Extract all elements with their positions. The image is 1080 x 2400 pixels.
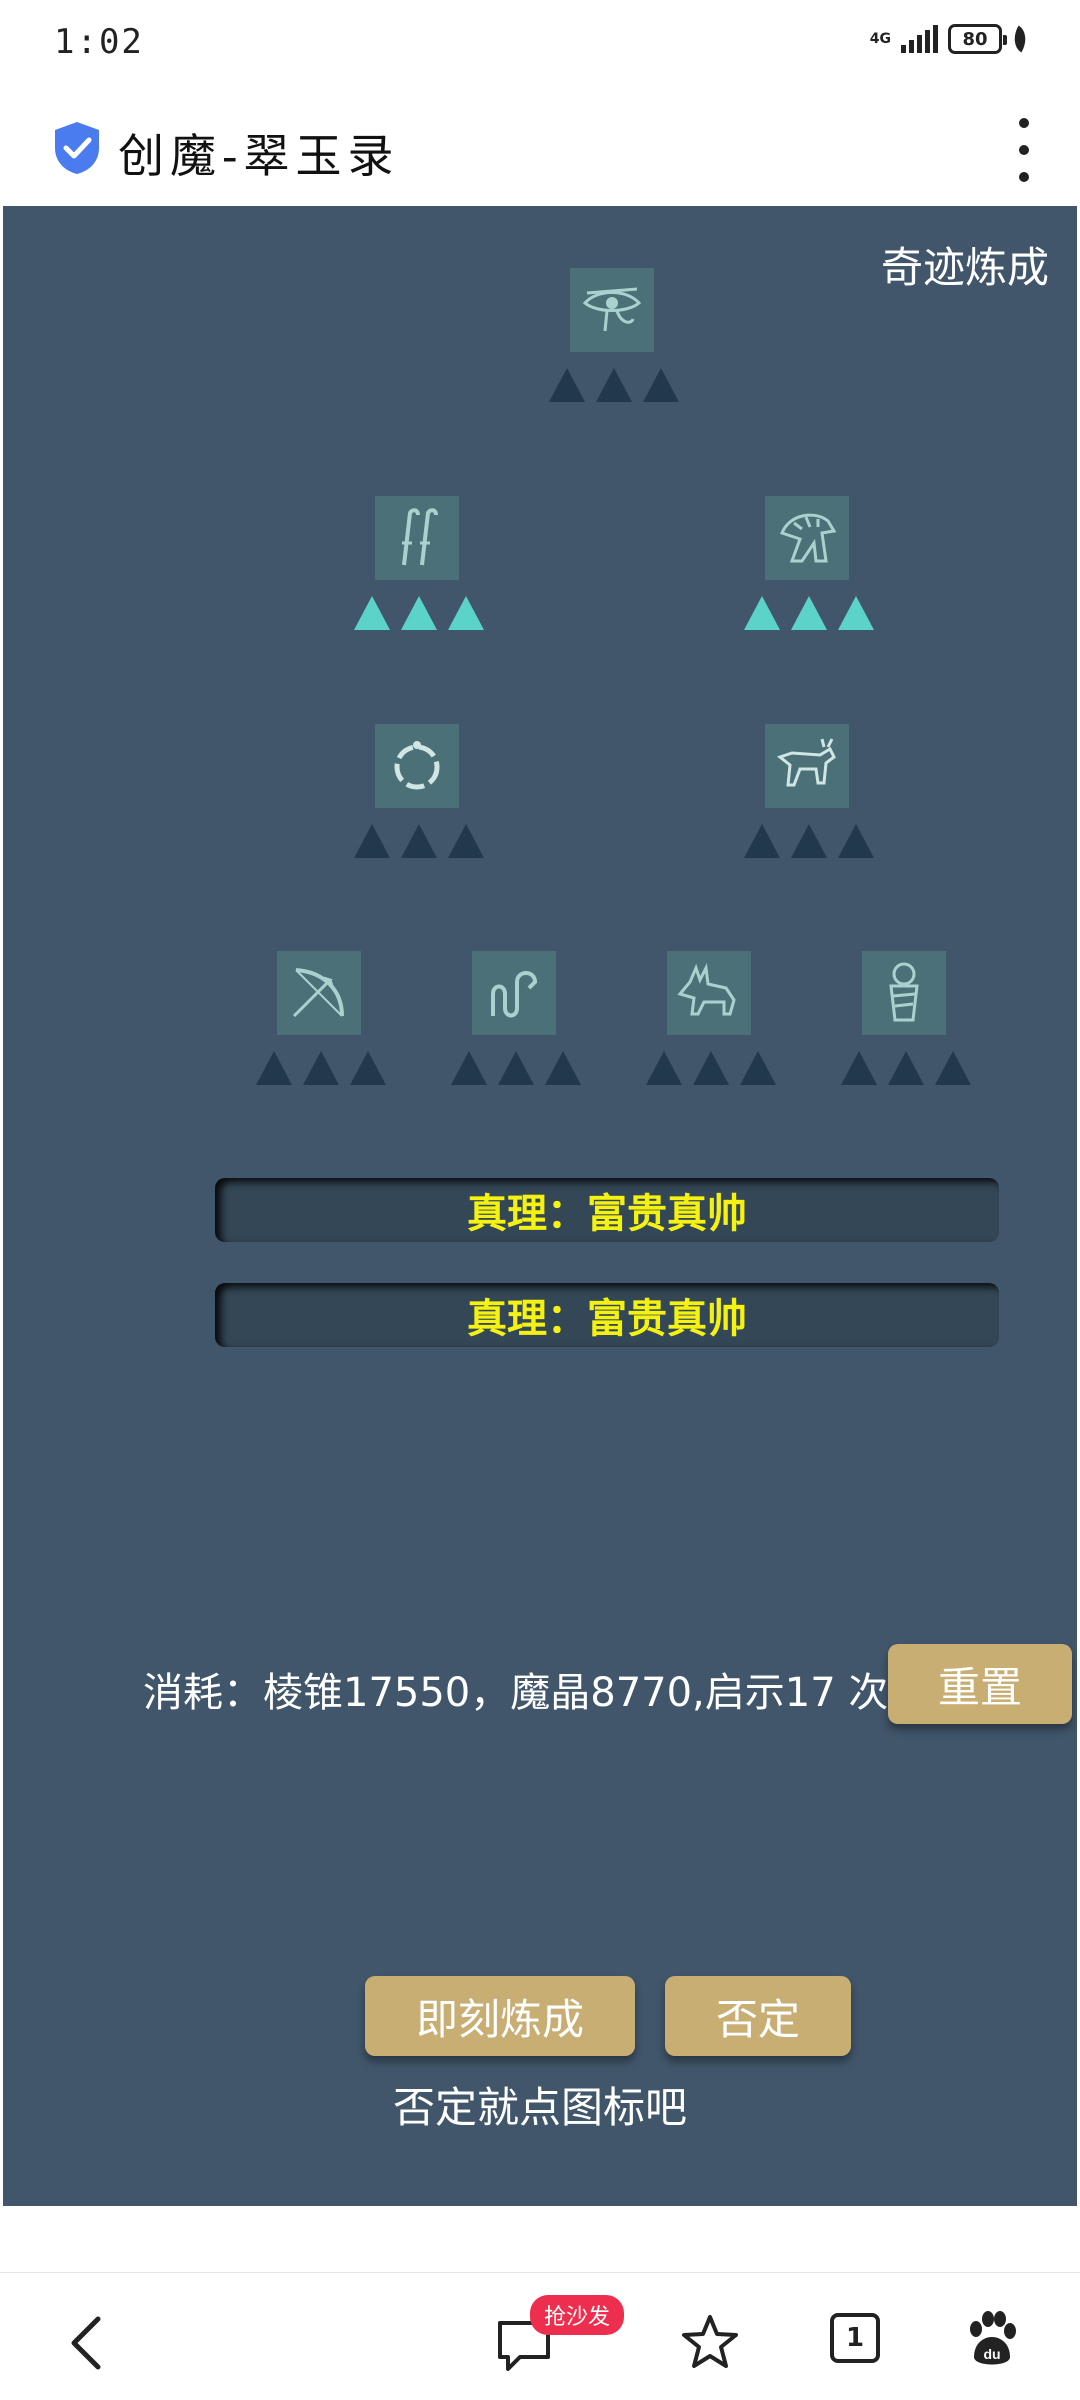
rune-node-scepters[interactable] bbox=[338, 496, 488, 646]
game-title: 奇迹炼成 bbox=[880, 243, 1049, 292]
power-triangle-lit bbox=[401, 596, 437, 630]
serpent-icon[interactable] bbox=[472, 951, 556, 1035]
power-triangle bbox=[549, 368, 585, 402]
signal-icon bbox=[901, 25, 938, 53]
power-triangle bbox=[888, 1051, 924, 1085]
mummy-icon[interactable] bbox=[862, 951, 946, 1035]
rune-node-jackal[interactable] bbox=[630, 951, 780, 1101]
network-type: 4G bbox=[869, 31, 891, 47]
status-indicators: 4G 80 bbox=[869, 24, 1033, 54]
page-title: 创魔-翠玉录 bbox=[118, 129, 400, 183]
back-icon[interactable] bbox=[66, 2313, 106, 2373]
power-triangle bbox=[838, 824, 874, 858]
power-triangle bbox=[256, 1051, 292, 1085]
power-triangle bbox=[303, 1051, 339, 1085]
node-power-indicator bbox=[354, 824, 484, 858]
rune-node-mummy[interactable] bbox=[825, 951, 975, 1101]
status-time: 1:02 bbox=[54, 22, 144, 62]
bull-icon[interactable] bbox=[765, 724, 849, 808]
browser-header: 创魔-翠玉录 bbox=[0, 90, 1080, 206]
browser-bottom-nav: 抢沙发 1 du bbox=[0, 2272, 1080, 2400]
battery-level: 80 bbox=[962, 28, 988, 50]
power-triangle bbox=[545, 1051, 581, 1085]
rune-node-bow[interactable] bbox=[240, 951, 390, 1101]
power-triangle bbox=[646, 1051, 682, 1085]
cost-summary: 消耗：棱锥17550，魔晶8770,启示17 次 bbox=[143, 1670, 889, 1716]
node-power-indicator bbox=[451, 1051, 581, 1085]
power-triangle bbox=[354, 824, 390, 858]
eye-of-horus-icon[interactable] bbox=[570, 268, 654, 352]
lion-head-icon[interactable] bbox=[765, 496, 849, 580]
more-menu-icon[interactable] bbox=[1014, 118, 1034, 182]
bow-arrow-icon[interactable] bbox=[277, 951, 361, 1035]
eco-leaf-icon bbox=[1007, 25, 1033, 53]
power-triangle-lit bbox=[838, 596, 874, 630]
power-triangle bbox=[693, 1051, 729, 1085]
power-triangle bbox=[350, 1051, 386, 1085]
rune-node-lion[interactable] bbox=[728, 496, 878, 646]
power-triangle bbox=[596, 368, 632, 402]
svg-text:du: du bbox=[983, 2346, 1000, 2362]
hint-text: 否定就点图标吧 bbox=[392, 2083, 687, 2132]
node-power-indicator bbox=[744, 824, 874, 858]
battery-icon: 80 bbox=[948, 24, 1007, 54]
reset-button[interactable]: 重置 bbox=[888, 1644, 1072, 1724]
status-bar: 1:02 4G 80 bbox=[0, 0, 1080, 90]
power-triangle bbox=[935, 1051, 971, 1085]
node-power-indicator bbox=[646, 1051, 776, 1085]
power-triangle-lit bbox=[791, 596, 827, 630]
power-triangle-lit bbox=[354, 596, 390, 630]
power-triangle bbox=[451, 1051, 487, 1085]
anubis-jackal-icon[interactable] bbox=[667, 951, 751, 1035]
was-scepters-icon[interactable] bbox=[375, 496, 459, 580]
node-power-indicator bbox=[256, 1051, 386, 1085]
rune-node-eye[interactable] bbox=[533, 268, 683, 418]
power-triangle bbox=[791, 824, 827, 858]
favorite-star-icon[interactable] bbox=[680, 2313, 740, 2371]
power-triangle bbox=[841, 1051, 877, 1085]
deny-button[interactable]: 否定 bbox=[665, 1976, 851, 2056]
power-triangle-lit bbox=[744, 596, 780, 630]
power-triangle bbox=[448, 824, 484, 858]
verified-shield-icon bbox=[55, 122, 99, 174]
rune-node-bull[interactable] bbox=[728, 724, 878, 874]
ouroboros-ring-icon[interactable] bbox=[375, 724, 459, 808]
node-power-indicator bbox=[744, 596, 874, 630]
truth-result-2: 真理：富贵真帅 bbox=[215, 1283, 999, 1347]
power-triangle bbox=[643, 368, 679, 402]
comment-badge: 抢沙发 bbox=[530, 2295, 625, 2335]
instant-refine-button[interactable]: 即刻炼成 bbox=[365, 1976, 635, 2056]
node-power-indicator bbox=[354, 596, 484, 630]
game-panel: 奇迹炼成 真理：富贵真帅 真理：富贵真帅 消耗：棱锥17550，魔晶8770,启… bbox=[3, 206, 1077, 2206]
power-triangle-lit bbox=[448, 596, 484, 630]
power-triangle bbox=[498, 1051, 534, 1085]
power-triangle bbox=[744, 824, 780, 858]
baidu-paw-icon[interactable]: du bbox=[964, 2309, 1020, 2369]
tabs-count-button[interactable]: 1 bbox=[830, 2313, 880, 2363]
rune-node-serpent[interactable] bbox=[435, 951, 585, 1101]
node-power-indicator bbox=[549, 368, 679, 402]
truth-result-1: 真理：富贵真帅 bbox=[215, 1178, 999, 1242]
rune-node-ring[interactable] bbox=[338, 724, 488, 874]
node-power-indicator bbox=[841, 1051, 971, 1085]
power-triangle bbox=[401, 824, 437, 858]
power-triangle bbox=[740, 1051, 776, 1085]
